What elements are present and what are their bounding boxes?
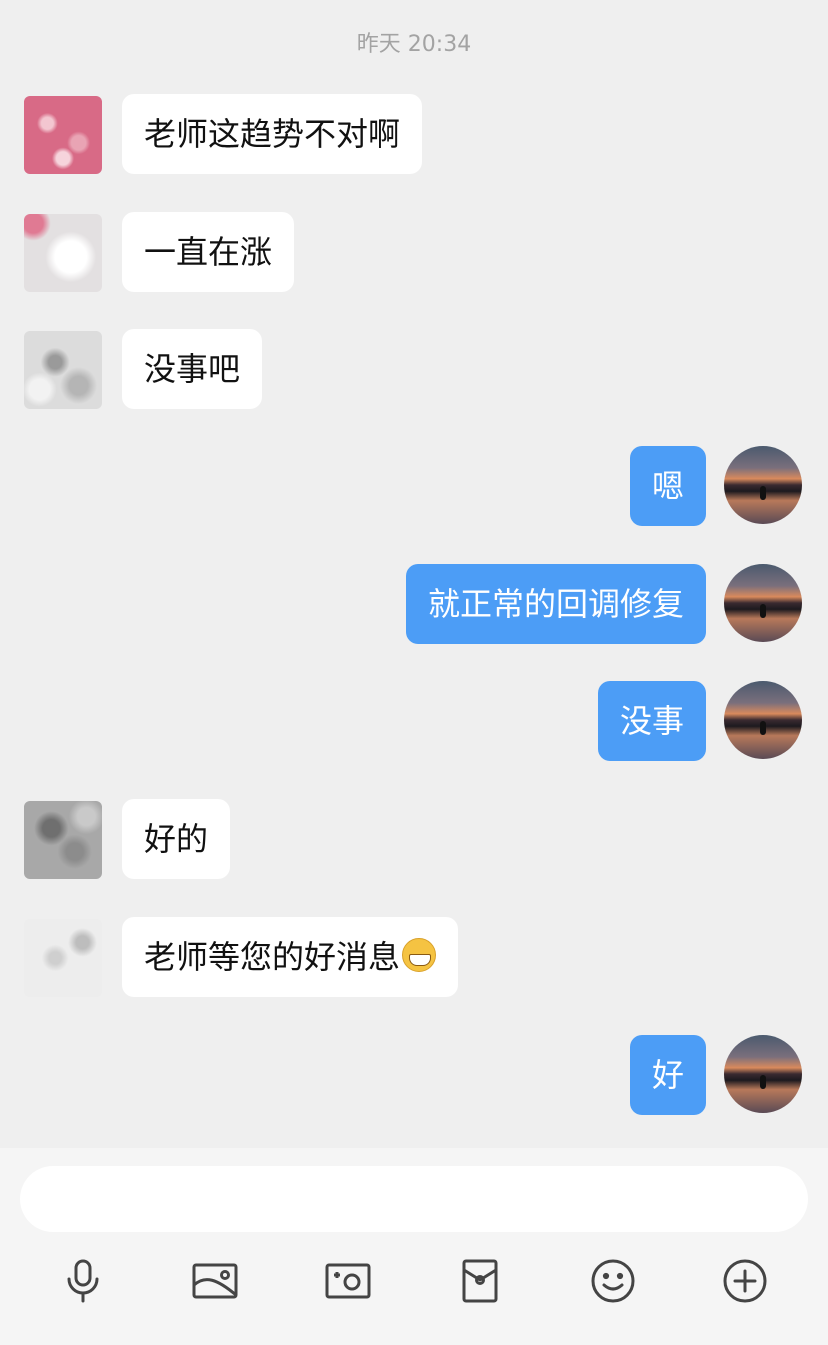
message-row: 没事 <box>0 681 828 763</box>
camera-icon <box>325 1263 371 1299</box>
message-input[interactable] <box>20 1166 808 1232</box>
message-row: 好 <box>0 1035 828 1117</box>
message-row: 老师这趋势不对啊 <box>0 94 828 176</box>
message-row: 老师等您的好消息 <box>0 917 828 999</box>
incoming-message-bubble[interactable]: 老师这趋势不对啊 <box>122 94 423 174</box>
outgoing-message-bubble[interactable]: 就正常的回调修复 <box>405 564 706 644</box>
grin-emoji-icon <box>402 938 437 972</box>
contact-avatar[interactable] <box>24 919 102 997</box>
outgoing-message-bubble[interactable]: 没事 <box>597 681 706 761</box>
voice-button[interactable] <box>58 1256 108 1306</box>
message-text: 好的 <box>144 820 209 858</box>
emoji-icon <box>591 1259 635 1303</box>
message-text: 嗯 <box>651 467 684 505</box>
image-button[interactable] <box>190 1256 240 1306</box>
message-row: 嗯 <box>0 446 828 528</box>
incoming-message-bubble[interactable]: 老师等您的好消息 <box>122 917 459 997</box>
image-icon <box>192 1263 238 1299</box>
chat-screen: 昨天 20:34 老师这趋势不对啊 一直在涨 没事吧 嗯 就正常的回调修复 没事 <box>0 0 828 1345</box>
my-avatar[interactable] <box>724 681 802 759</box>
contact-avatar[interactable] <box>24 96 102 174</box>
message-text: 没事吧 <box>144 350 241 388</box>
message-text: 好 <box>651 1056 684 1094</box>
microphone-icon <box>67 1259 99 1303</box>
incoming-message-bubble[interactable]: 好的 <box>122 799 231 879</box>
composer-toolbar <box>0 1256 828 1306</box>
message-row: 就正常的回调修复 <box>0 564 828 646</box>
message-row: 没事吧 <box>0 329 828 411</box>
message-row: 好的 <box>0 799 828 881</box>
message-timestamp: 昨天 20:34 <box>356 32 472 57</box>
camera-button[interactable] <box>323 1256 373 1306</box>
my-avatar[interactable] <box>724 446 802 524</box>
contact-avatar[interactable] <box>24 214 102 292</box>
composer-bar <box>0 1148 828 1345</box>
message-row: 一直在涨 <box>0 212 828 294</box>
plus-icon <box>723 1259 767 1303</box>
message-text: 一直在涨 <box>144 233 273 271</box>
message-text: 老师这趋势不对啊 <box>144 115 401 153</box>
my-avatar[interactable] <box>724 1035 802 1113</box>
red-packet-button[interactable] <box>455 1256 505 1306</box>
message-text: 就正常的回调修复 <box>427 585 684 623</box>
red-packet-icon <box>462 1259 498 1303</box>
incoming-message-bubble[interactable]: 一直在涨 <box>122 212 295 292</box>
message-text: 老师等您的好消息 <box>144 938 401 976</box>
outgoing-message-bubble[interactable]: 嗯 <box>629 446 706 526</box>
incoming-message-bubble[interactable]: 没事吧 <box>122 329 263 409</box>
my-avatar[interactable] <box>724 564 802 642</box>
outgoing-message-bubble[interactable]: 好 <box>629 1035 706 1115</box>
more-button[interactable] <box>720 1256 770 1306</box>
contact-avatar[interactable] <box>24 331 102 409</box>
contact-avatar[interactable] <box>24 801 102 879</box>
message-text: 没事 <box>619 702 684 740</box>
emoji-button[interactable] <box>588 1256 638 1306</box>
